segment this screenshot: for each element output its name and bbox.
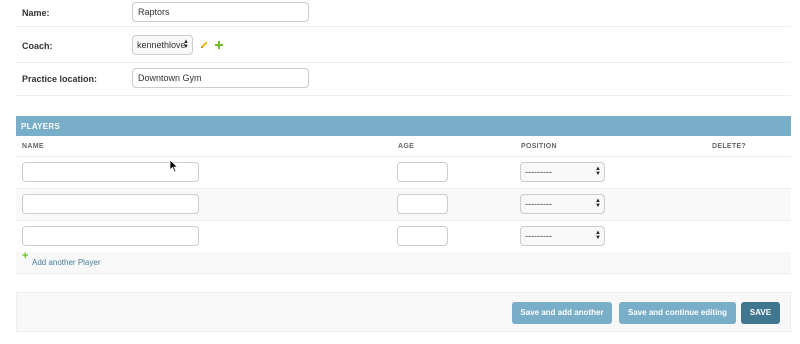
location-input[interactable]: Downtown Gym <box>132 68 309 88</box>
save-and-continue-button[interactable]: Save and continue editing <box>619 302 736 324</box>
player-position-select[interactable]: --------- ▲ ▼ <box>520 162 605 182</box>
player-position-value: --------- <box>525 167 552 177</box>
coach-select-value: kennethlove <box>137 40 186 50</box>
name-input[interactable]: Raptors <box>132 2 309 22</box>
player-position-value: --------- <box>525 231 552 241</box>
table-row: --------- ▲ ▼ <box>16 157 791 189</box>
player-position-select[interactable]: --------- ▲ ▼ <box>520 194 605 214</box>
submit-row: Save and add another Save and continue e… <box>16 292 791 332</box>
player-name-input[interactable] <box>22 226 199 246</box>
table-row: --------- ▲ ▼ <box>16 189 791 221</box>
player-position-select[interactable]: --------- ▲ ▼ <box>520 226 605 246</box>
players-title: PLAYERS <box>21 122 61 131</box>
select-arrows-icon: ▲ ▼ <box>183 39 189 50</box>
player-age-input[interactable] <box>397 194 448 214</box>
player-position-value: --------- <box>525 199 552 209</box>
select-arrows-icon: ▲ ▼ <box>595 166 601 177</box>
add-player-link[interactable]: Add another Player <box>32 258 101 267</box>
col-header-age: AGE <box>398 143 415 150</box>
col-header-delete: DELETE? <box>712 143 746 150</box>
pencil-icon[interactable] <box>199 40 209 50</box>
players-header: PLAYERS <box>16 116 791 136</box>
plus-icon: + <box>22 250 29 262</box>
select-arrows-icon: ▲ ▼ <box>595 230 601 241</box>
col-header-position: POSITION <box>521 143 557 150</box>
location-label: Practice location: <box>22 74 98 84</box>
select-arrows-icon: ▲ ▼ <box>595 198 601 209</box>
player-age-input[interactable] <box>397 226 448 246</box>
save-button[interactable]: SAVE <box>741 302 780 324</box>
table-row: --------- ▲ ▼ <box>16 221 791 253</box>
player-age-input[interactable] <box>397 162 448 182</box>
coach-row: Coach: kennethlove ▲ ▼ <box>16 26 791 63</box>
name-label: Name: <box>22 8 50 18</box>
save-and-add-button[interactable]: Save and add another <box>512 302 612 324</box>
add-coach-icon[interactable] <box>214 40 224 50</box>
add-player-row: + Add another Player <box>16 250 791 274</box>
name-row: Name: Raptors <box>16 0 791 27</box>
player-name-input[interactable] <box>22 194 199 214</box>
location-row: Practice location: Downtown Gym <box>16 62 791 96</box>
mouse-pointer-icon <box>169 159 179 173</box>
col-header-name: NAME <box>22 143 44 150</box>
coach-select[interactable]: kennethlove ▲ ▼ <box>132 35 193 55</box>
coach-label: Coach: <box>22 41 53 51</box>
